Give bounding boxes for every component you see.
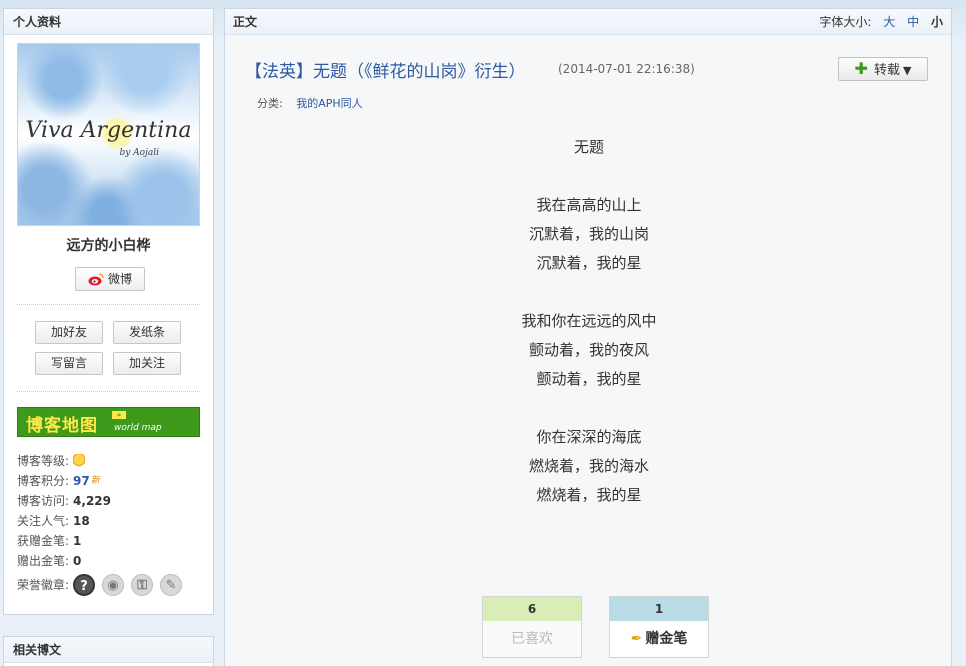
repost-button[interactable]: ✚ 转载 ▼ [838, 57, 928, 81]
poem-blank-line [225, 278, 953, 307]
stat-value: 1 [73, 534, 82, 548]
profile-panel-title: 个人资料 [4, 9, 213, 35]
gold-pen-count: 1 [610, 597, 708, 621]
stat-value[interactable]: 97 [73, 473, 90, 489]
poem-line: 你在深深的海底 [536, 428, 642, 446]
camera-badge-icon[interactable]: ◉ [102, 574, 125, 596]
gold-pen-widget[interactable]: 1 ✒ 赠金笔 [609, 596, 709, 658]
follow-button[interactable]: 加关注 [113, 352, 181, 375]
pen-icon: ✒ [630, 631, 643, 647]
gold-pen-button[interactable]: ✒ 赠金笔 [610, 621, 708, 657]
post-time: (2014-07-01 22:16:38) [558, 62, 695, 76]
pen-badge-icon[interactable]: ✎ [160, 574, 183, 596]
post-category: 分类: 我的APH同人 [257, 95, 363, 111]
poem-line: 燃烧着，我的海水 [528, 457, 649, 475]
section-title: 正文 [233, 15, 258, 29]
stat-value: 0 [73, 554, 82, 568]
poem-line: 沉默着，我的星 [536, 254, 642, 272]
main-content: 正文 字体大小: 大 中 小 【法英】无题（《鲜花的山岗》衍生） (2014-0… [224, 8, 952, 666]
weibo-label: 微博 [107, 272, 132, 286]
poem-line: 无题 [573, 138, 604, 156]
blog-map-sub: world map [114, 423, 162, 433]
avatar-main-text: Viva Argentina [25, 118, 192, 143]
like-count: 6 [483, 597, 581, 621]
blog-map-banner[interactable]: 博客地图 » world map [17, 407, 200, 437]
divider [17, 304, 200, 305]
write-message-button[interactable]: 写留言 [35, 352, 103, 375]
question-badge-icon[interactable]: ? [73, 574, 96, 596]
stat-label: 获赠金笔: [17, 534, 70, 548]
poem-line: 颤动着，我的星 [536, 370, 642, 388]
stat-label: 赠出金笔: [17, 554, 70, 568]
stat-blog-points: 博客积分: 97 新 [17, 473, 100, 489]
gold-pen-label: 赠金笔 [645, 631, 688, 647]
stat-label: 关注人气: [17, 514, 70, 528]
weibo-icon [88, 273, 104, 286]
poem-line: 我在高高的山上 [536, 196, 642, 214]
stat-blog-level: 博客等级: [17, 453, 86, 469]
font-size-medium[interactable]: 中 [907, 15, 919, 29]
stat-value: 4,229 [73, 494, 112, 508]
poem-line: 燃烧着，我的星 [536, 486, 642, 504]
font-size-small[interactable]: 小 [931, 15, 943, 29]
related-posts-title: 相关博文 [4, 637, 213, 663]
category-label: 分类: [257, 97, 283, 110]
profile-panel: 个人资料 Viva Argentina by Aojali 远方的小白桦 微博 … [3, 8, 214, 615]
plus-icon: ✚ [854, 59, 868, 78]
poem-line: 沉默着，我的山岗 [528, 225, 649, 243]
stat-honor-badges: 荣誉徽章: ? ◉ ⚿ ✎ [17, 573, 183, 597]
weibo-button[interactable]: 微博 [75, 267, 145, 291]
font-size-label: 字体大小: [819, 15, 872, 29]
add-friend-button[interactable]: 加好友 [35, 321, 103, 344]
poem-line: 颤动着，我的夜风 [528, 341, 649, 359]
like-widget[interactable]: 6 已喜欢 [482, 596, 582, 658]
related-posts-panel: 相关博文 [3, 636, 214, 666]
category-link[interactable]: 我的APH同人 [296, 97, 362, 110]
post-body: 无题我在高高的山上 沉默着，我的山岗 沉默着，我的星 我和你在远远的风中 颤动着，我的夜… [225, 133, 953, 510]
font-size-large[interactable]: 大 [883, 15, 895, 29]
main-header: 正文 字体大小: 大 中 小 [225, 9, 951, 35]
caret-down-icon: ▼ [902, 64, 912, 77]
username[interactable]: 远方的小白桦 [4, 235, 213, 255]
avatar[interactable]: Viva Argentina by Aojali [17, 43, 200, 226]
poem-blank-line [225, 394, 953, 423]
stat-label: 博客访问: [17, 494, 70, 508]
arrow-icon: » [112, 411, 126, 419]
font-size-switcher: 字体大小: 大 中 小 [819, 9, 943, 34]
stat-label: 博客等级: [17, 454, 70, 468]
new-icon: 新 [90, 476, 100, 486]
avatar-sub-text: by Aojali [119, 148, 159, 158]
divider [17, 391, 200, 392]
poem-line: 我和你在远远的风中 [521, 312, 657, 330]
stat-followers: 关注人气: 18 [17, 513, 90, 529]
blog-map-label: 博客地图 [26, 416, 98, 436]
stat-label: 博客积分: [17, 474, 70, 488]
repost-label: 转载 [873, 63, 900, 78]
level-icon[interactable] [73, 454, 86, 468]
like-label: 已喜欢 [511, 631, 553, 647]
post-title: 【法英】无题（《鲜花的山岗》衍生） [245, 62, 526, 82]
lock-badge-icon[interactable]: ⚿ [131, 574, 154, 596]
send-note-button[interactable]: 发纸条 [113, 321, 181, 344]
poem-blank-line [225, 162, 953, 191]
stat-value: 18 [73, 514, 90, 528]
stat-gold-received: 获赠金笔: 1 [17, 533, 81, 549]
stat-label: 荣誉徽章: [17, 578, 70, 592]
stat-gold-given: 赠出金笔: 0 [17, 553, 81, 569]
stat-blog-visits: 博客访问: 4,229 [17, 493, 111, 509]
